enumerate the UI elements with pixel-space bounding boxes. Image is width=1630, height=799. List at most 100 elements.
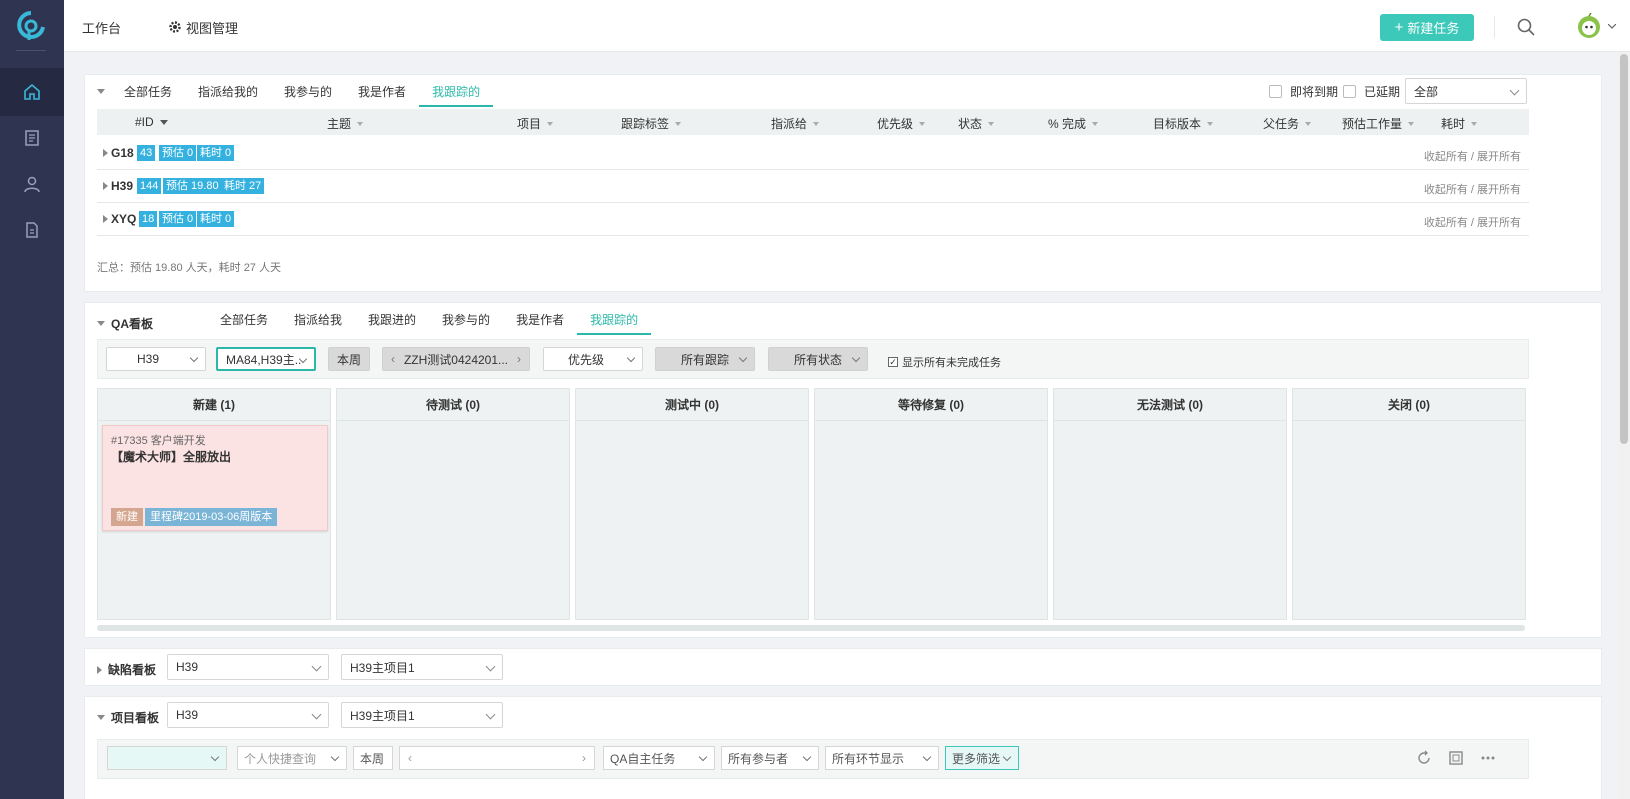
col-id[interactable]: #ID (135, 115, 168, 129)
qa-tracking-select[interactable]: 所有跟踪 (655, 347, 755, 371)
chevron-down-icon[interactable] (1608, 24, 1616, 29)
overdue-label: 已延期 (1364, 85, 1401, 99)
chevron-down-icon (922, 752, 932, 762)
scrollbar-thumb[interactable] (1620, 54, 1628, 444)
project-member-select[interactable] (107, 746, 227, 770)
fullscreen-icon[interactable] (1447, 749, 1465, 767)
tab-tracking[interactable]: 我跟踪的 (419, 79, 494, 107)
defect-board-title[interactable]: 缺陷看板 (97, 661, 156, 678)
col-estimate[interactable]: 预估工作量 (1342, 115, 1415, 132)
task-card[interactable]: #17335 客户端开发 【魔术大师】全服放出 新建 里程碑2019-03-06… (102, 425, 328, 531)
expand-caret-icon[interactable] (97, 665, 102, 674)
nav-tasks[interactable] (0, 114, 64, 162)
group-row-h39[interactable]: H39 144 预估 19.80 耗时 27 收起所有 / 展开所有 (97, 170, 1529, 203)
participants-select[interactable]: 所有参与者 (721, 746, 819, 770)
col-priority[interactable]: 优先级 (877, 115, 926, 132)
workbench-link[interactable]: 工作台 (82, 18, 121, 37)
nav-users[interactable] (0, 160, 64, 208)
quick-query-select[interactable]: 个人快捷查询 (237, 746, 347, 770)
group-row-xyq[interactable]: XYQ 18 预估 0 耗时 0 收起所有 / 展开所有 (97, 203, 1529, 236)
qa-tab-participating[interactable]: 我参与的 (429, 307, 503, 333)
app-logo[interactable] (16, 10, 46, 44)
card-title[interactable]: 【魔术大师】全服放出 (111, 448, 231, 465)
checkbox-checked[interactable]: ✓ (888, 357, 898, 367)
expand-caret-icon[interactable] (103, 149, 108, 157)
participants-value: 所有参与者 (728, 751, 789, 766)
project-board-subproject-select[interactable]: H39主项目1 (341, 702, 503, 728)
chevron-right-icon[interactable]: › (517, 352, 521, 366)
qa-week-label: 本周 (336, 352, 361, 367)
expand-caret-icon[interactable] (103, 215, 108, 223)
chevron-down-icon (1002, 752, 1012, 762)
col-subject[interactable]: 主题 (327, 115, 364, 132)
scope-select[interactable]: 全部 (1405, 78, 1527, 104)
page-scrollbar[interactable] (1618, 52, 1630, 799)
new-task-button[interactable]: + 新建任务 (1380, 14, 1474, 41)
chevron-left-icon[interactable]: ‹ (391, 352, 395, 366)
col-spent[interactable]: 耗时 (1441, 115, 1478, 132)
col-tracker-tag[interactable]: 跟踪标签 (621, 115, 682, 132)
show-incomplete-checkbox[interactable]: ✓ 显示所有未完成任务 (888, 354, 1001, 370)
qa-board-title[interactable]: QA看板 (97, 315, 153, 332)
task-tabs: 全部任务 指派给我的 我参与的 我是作者 我跟踪的 (111, 79, 494, 107)
chevron-right-icon[interactable]: › (582, 751, 586, 765)
kanban-scrollbar[interactable] (97, 625, 1525, 631)
chevron-down-icon (851, 353, 861, 363)
qa-tracking-value: 所有跟踪 (680, 352, 729, 367)
col-project[interactable]: 项目 (517, 115, 554, 132)
qa-week-button[interactable]: 本周 (328, 347, 370, 371)
col-status[interactable]: 状态 (958, 115, 995, 132)
col-parent-task[interactable]: 父任务 (1263, 115, 1312, 132)
stages-select[interactable]: 所有环节显示 (825, 746, 939, 770)
search-icon[interactable] (1516, 17, 1536, 37)
qa-tab-author[interactable]: 我是作者 (503, 307, 577, 333)
tab-author[interactable]: 我是作者 (345, 79, 419, 105)
chevron-down-icon (311, 709, 322, 720)
avatar[interactable] (1576, 13, 1602, 39)
qa-tab-tracking[interactable]: 我跟踪的 (577, 307, 652, 335)
project-sprint-select[interactable]: ‹ › (399, 746, 595, 770)
collapse-expand-all-link[interactable]: 收起所有 / 展开所有 (1424, 181, 1521, 197)
qa-sprint-select[interactable]: ‹ ZZH测试0424201... › (382, 347, 530, 371)
defect-subproject-select[interactable]: H39主项目1 (341, 654, 503, 680)
qa-version-select[interactable]: MA84,H39主... (216, 347, 316, 371)
checkbox-box[interactable] (1343, 85, 1356, 98)
gear-icon (169, 21, 181, 33)
qa-tab-assigned[interactable]: 指派给我 (281, 307, 355, 333)
collapse-expand-all-link[interactable]: 收起所有 / 展开所有 (1424, 148, 1521, 164)
collapse-caret-icon[interactable] (97, 321, 105, 326)
qa-project-select[interactable]: H39 (106, 347, 206, 371)
tab-participating[interactable]: 我参与的 (271, 79, 345, 105)
project-board-project-select[interactable]: H39 (167, 702, 329, 728)
overdue-checkbox[interactable]: 已延期 (1343, 83, 1400, 100)
col-target-version[interactable]: 目标版本 (1153, 115, 1214, 132)
qa-status-select[interactable]: 所有状态 (768, 347, 868, 371)
tab-assigned-to-me[interactable]: 指派给我的 (185, 79, 271, 105)
checkbox-box[interactable] (1269, 85, 1282, 98)
qa-priority-select[interactable]: 优先级 (543, 347, 643, 371)
project-week-button[interactable]: 本周 (353, 746, 393, 770)
file-icon (26, 222, 38, 238)
qa-tab-following[interactable]: 我跟进的 (355, 307, 429, 333)
refresh-icon[interactable] (1415, 749, 1433, 767)
more-icon[interactable] (1479, 749, 1497, 767)
project-board-title[interactable]: 项目看板 (97, 709, 159, 726)
chevron-left-icon[interactable]: ‹ (408, 751, 412, 765)
qa-tab-all[interactable]: 全部任务 (207, 307, 281, 333)
col-assignee[interactable]: 指派给 (771, 115, 820, 132)
task-type-select[interactable]: QA自主任务 (603, 746, 715, 770)
collapse-caret-icon[interactable] (97, 89, 105, 94)
view-manage-link[interactable]: 视图管理 (186, 18, 238, 37)
collapse-caret-icon[interactable] (97, 715, 105, 720)
collapse-expand-all-link[interactable]: 收起所有 / 展开所有 (1424, 214, 1521, 230)
col-percent-done[interactable]: % 完成 (1048, 115, 1099, 132)
nav-docs[interactable] (0, 206, 64, 254)
tab-all-tasks[interactable]: 全部任务 (111, 79, 185, 105)
nav-home[interactable] (0, 68, 64, 116)
defect-project-select[interactable]: H39 (167, 654, 329, 680)
due-soon-checkbox[interactable]: 即将到期 (1269, 83, 1338, 100)
group-row-g18[interactable]: G18 43 预估 0 耗时 0 收起所有 / 展开所有 (97, 137, 1529, 170)
column-header: 无法测试 (0) (1054, 389, 1286, 421)
expand-caret-icon[interactable] (103, 182, 108, 190)
more-filters-button[interactable]: 更多筛选 (945, 746, 1019, 770)
